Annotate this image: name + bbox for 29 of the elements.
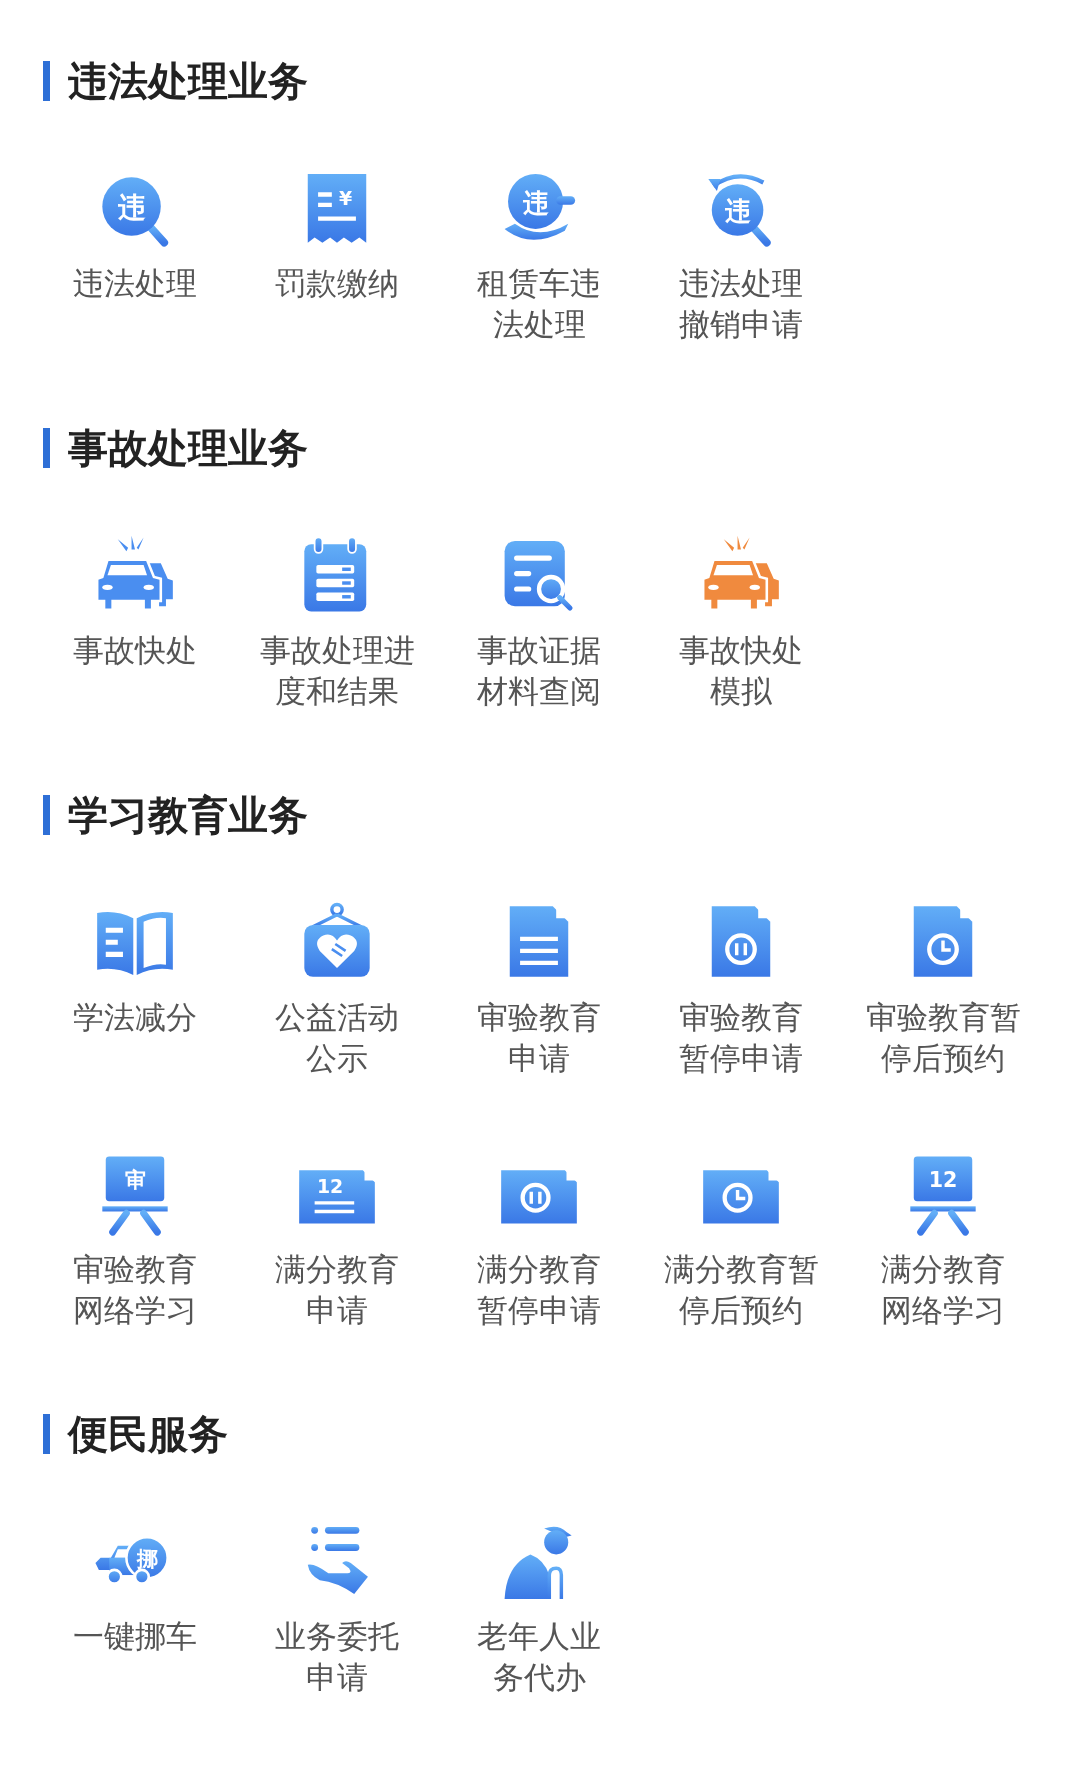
- section-title: 违法处理业务: [68, 56, 308, 106]
- section-marker: [43, 428, 50, 468]
- section-marker: [43, 61, 50, 101]
- service-label[interactable]: 罚款缴纳: [274, 263, 400, 304]
- section-title: 便民服务: [68, 1409, 228, 1459]
- service-label[interactable]: 审验教育暂停申请: [678, 997, 804, 1079]
- service-label[interactable]: 审验教育申请: [476, 997, 602, 1079]
- service-label[interactable]: 审验教育网络学习: [72, 1249, 198, 1331]
- service-label[interactable]: 业务委托申请: [274, 1616, 400, 1698]
- service-label[interactable]: 事故快处: [72, 630, 198, 671]
- service-label[interactable]: 满分教育申请: [274, 1249, 400, 1331]
- section-title: 学习教育业务: [68, 790, 308, 840]
- service-label[interactable]: 租赁车违法处理: [476, 263, 602, 345]
- service-label[interactable]: 事故处理进度和结果: [258, 630, 416, 712]
- service-label[interactable]: 满分教育暂停后预约: [662, 1249, 820, 1331]
- service-label[interactable]: 事故快处模拟: [678, 630, 804, 712]
- section-title: 事故处理业务: [68, 423, 308, 473]
- service-label[interactable]: 满分教育网络学习: [880, 1249, 1006, 1331]
- service-label[interactable]: 违法处理撤销申请: [678, 263, 804, 345]
- service-label[interactable]: 学法减分: [72, 997, 198, 1038]
- service-label[interactable]: 违法处理: [72, 263, 198, 304]
- service-label[interactable]: 满分教育暂停申请: [476, 1249, 602, 1331]
- service-label[interactable]: 审验教育暂停后预约: [864, 997, 1022, 1079]
- service-label[interactable]: 一键挪车: [72, 1616, 198, 1657]
- section-marker: [43, 795, 50, 835]
- service-label[interactable]: 事故证据材料查阅: [476, 630, 602, 712]
- section-marker: [43, 1414, 50, 1454]
- service-label[interactable]: 公益活动公示: [274, 997, 400, 1079]
- service-label[interactable]: 老年人业务代办: [476, 1616, 602, 1698]
